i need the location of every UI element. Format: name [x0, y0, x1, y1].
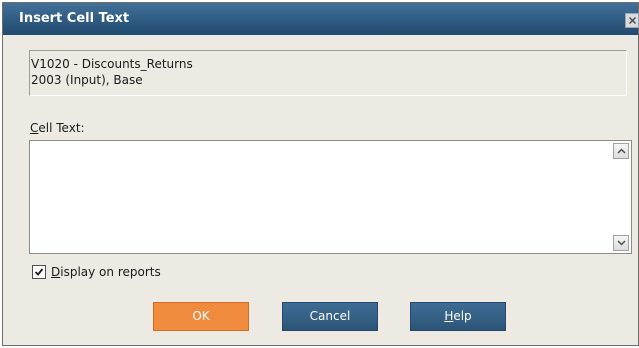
display-on-reports-label-rest: isplay on reports: [60, 265, 161, 279]
help-button[interactable]: Help: [410, 302, 506, 331]
cancel-button[interactable]: Cancel: [282, 302, 378, 331]
help-label-rest: elp: [453, 309, 472, 323]
cell-text-label: Cell Text:: [30, 121, 85, 136]
display-on-reports-checkbox[interactable]: [32, 265, 46, 279]
close-icon: [629, 17, 636, 24]
cell-info-box: V1020 - Discounts_Returns 2003 (Input), …: [29, 50, 627, 96]
scroll-up-button[interactable]: [613, 143, 629, 159]
chevron-up-icon: [617, 148, 626, 154]
scroll-down-button[interactable]: [613, 235, 629, 251]
chevron-down-icon: [617, 240, 626, 246]
title-bar[interactable]: Insert Cell Text: [3, 3, 639, 35]
checkmark-icon: [34, 268, 44, 276]
close-button[interactable]: [625, 13, 639, 28]
display-on-reports-mnemonic: D: [51, 265, 61, 279]
dialog-title: Insert Cell Text: [19, 11, 130, 26]
period-scenario: 2003 (Input), Base: [31, 73, 143, 87]
cell-text-label-rest: ell Text:: [38, 121, 85, 135]
insert-cell-text-dialog: Insert Cell Text V1020 - Discounts_Retur…: [2, 2, 639, 346]
cell-text-scrollbar[interactable]: [612, 142, 630, 252]
cell-text-input[interactable]: [29, 140, 632, 254]
account-name: V1020 - Discounts_Returns: [31, 57, 193, 71]
help-mnemonic: H: [444, 309, 454, 323]
display-on-reports-label[interactable]: Display on reports: [51, 265, 161, 280]
ok-button[interactable]: OK: [153, 302, 249, 331]
